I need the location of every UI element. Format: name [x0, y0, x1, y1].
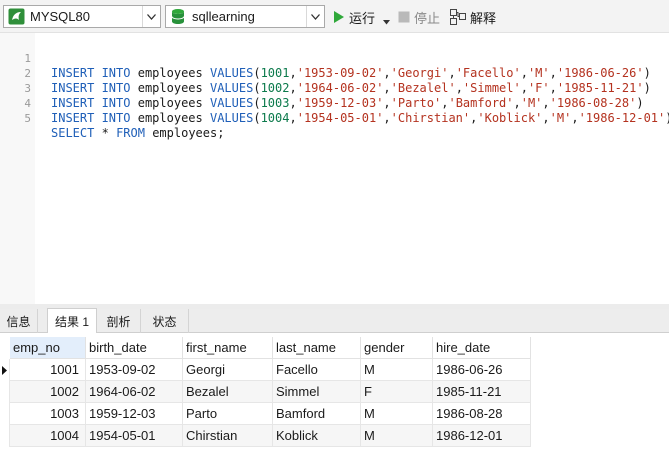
- caret-down-icon: [383, 19, 390, 24]
- column-header-gender[interactable]: gender: [361, 337, 433, 359]
- table-cell[interactable]: 1003: [10, 403, 86, 425]
- table-cell[interactable]: 1986-06-26: [433, 359, 531, 381]
- row-indicator: [0, 381, 10, 403]
- explain-icon: [450, 9, 466, 25]
- table-cell[interactable]: Simmel: [273, 381, 361, 403]
- connection-select[interactable]: MYSQL80: [3, 5, 161, 28]
- table-cell[interactable]: Georgi: [183, 359, 273, 381]
- table-name: employees: [137, 111, 203, 125]
- tab-profile[interactable]: 剖析: [97, 309, 141, 333]
- play-icon: [333, 10, 345, 24]
- table-cell[interactable]: 1004: [10, 425, 86, 447]
- table-cell[interactable]: 1986-12-01: [433, 425, 531, 447]
- row-pointer-icon: [0, 359, 10, 381]
- code-line: 4 INSERT INTO employees VALUES(1004,'195…: [0, 81, 669, 125]
- string-literal: '1986-12-01': [578, 111, 666, 125]
- sql-keyword: SELECT: [51, 126, 95, 140]
- table-cell[interactable]: M: [361, 359, 433, 381]
- table-cell[interactable]: M: [361, 403, 433, 425]
- code-line: 3 INSERT INTO employees VALUES(1003,'195…: [0, 66, 669, 110]
- table-cell[interactable]: 1985-11-21: [433, 381, 531, 403]
- sql-keyword: FROM: [116, 126, 145, 140]
- result-tabs: 信息 结果 1 剖析 状态: [0, 308, 669, 333]
- table-cell[interactable]: 1964-06-02: [86, 381, 183, 403]
- stop-button[interactable]: 停止: [398, 7, 440, 27]
- column-header-birth-date[interactable]: birth_date: [86, 337, 183, 359]
- table-cell[interactable]: Bezalel: [183, 381, 273, 403]
- sql-keyword: INSERT INTO: [51, 111, 131, 125]
- table-name: employees;: [152, 126, 225, 140]
- table-cell[interactable]: 1959-12-03: [86, 403, 183, 425]
- table-cell[interactable]: F: [361, 381, 433, 403]
- table-cell[interactable]: 1954-05-01: [86, 425, 183, 447]
- table-cell[interactable]: 1953-09-02: [86, 359, 183, 381]
- string-literal: 'Chirstian': [390, 111, 471, 125]
- column-header-emp-no[interactable]: emp_no: [10, 337, 86, 359]
- sql-keyword: VALUES: [209, 111, 254, 125]
- run-button[interactable]: 运行: [333, 7, 375, 27]
- table-cell[interactable]: M: [361, 425, 433, 447]
- table-cell[interactable]: Chirstian: [183, 425, 273, 447]
- run-label: 运行: [349, 10, 376, 26]
- column-header-last-name[interactable]: last_name: [273, 337, 361, 359]
- run-options-dropdown[interactable]: [383, 12, 390, 32]
- tab-info[interactable]: 信息: [0, 309, 38, 333]
- database-select[interactable]: sqllearning: [165, 5, 325, 28]
- table-cell[interactable]: Bamford: [273, 403, 361, 425]
- tab-status[interactable]: 状态: [141, 309, 189, 333]
- mysql-dolphin-icon: [6, 6, 26, 27]
- row-indicator: [0, 403, 10, 425]
- database-icon: [168, 6, 188, 27]
- stop-label: 停止: [414, 10, 441, 26]
- table-cell[interactable]: Facello: [273, 359, 361, 381]
- result-grid[interactable]: emp_no birth_date first_name last_name g…: [0, 334, 669, 471]
- chevron-down-icon[interactable]: [142, 6, 160, 27]
- database-label: sqllearning: [192, 9, 255, 24]
- select-star: *: [101, 126, 109, 140]
- line-number: 5: [24, 112, 31, 125]
- table-cell[interactable]: Parto: [183, 403, 273, 425]
- tab-result-1[interactable]: 结果 1: [47, 308, 97, 333]
- string-literal: '1954-05-01': [296, 111, 384, 125]
- row-indicator: [0, 425, 10, 447]
- string-literal: 'Koblick': [477, 111, 543, 125]
- table-cell[interactable]: 1002: [10, 381, 86, 403]
- table-cell[interactable]: 1986-08-28: [433, 403, 531, 425]
- sql-editor[interactable]: 1 INSERT INTO employees VALUES(1001,'195…: [0, 33, 669, 304]
- code-line: 2 INSERT INTO employees VALUES(1002,'196…: [0, 51, 669, 95]
- string-literal: 'M': [549, 111, 572, 125]
- table-cell[interactable]: 1001: [10, 359, 86, 381]
- toolbar: MYSQL80 sqllearning 运行 停止 解释: [0, 0, 669, 33]
- column-header-first-name[interactable]: first_name: [183, 337, 273, 359]
- chevron-down-icon[interactable]: [306, 6, 324, 27]
- number-literal: 1004: [260, 111, 290, 125]
- explain-button[interactable]: 解释: [450, 7, 496, 27]
- code-line: 5 SELECT * FROM employees;: [0, 96, 669, 140]
- explain-label: 解释: [470, 10, 497, 26]
- code-line: 1 INSERT INTO employees VALUES(1001,'195…: [0, 36, 669, 80]
- table-cell[interactable]: Koblick: [273, 425, 361, 447]
- stop-icon: [398, 11, 410, 23]
- connection-label: MYSQL80: [30, 9, 90, 24]
- column-header-hire-date[interactable]: hire_date: [433, 337, 531, 359]
